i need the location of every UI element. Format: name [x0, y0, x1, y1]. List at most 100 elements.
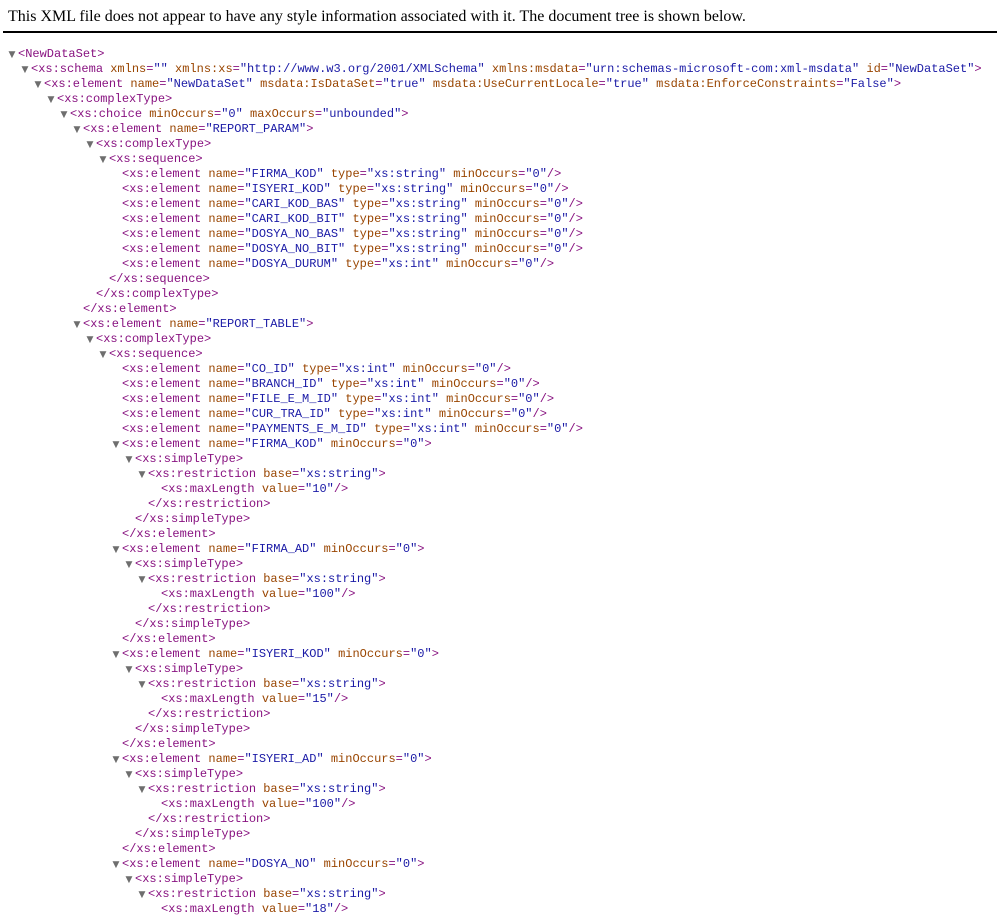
- attribute-name: msdata:UseCurrentLocale: [432, 77, 599, 91]
- collapse-toggle-icon[interactable]: ▼: [84, 333, 96, 348]
- xml-line[interactable]: ▼ <xs:sequence>: [0, 152, 997, 167]
- xml-line[interactable]: ▼ <xs:restriction base="xs:string">: [0, 572, 997, 587]
- xml-line[interactable]: ▼ <xs:element name="REPORT_TABLE">: [0, 317, 997, 332]
- tag-close-bracket: >: [378, 572, 386, 586]
- tag-close-bracket: />: [333, 692, 349, 706]
- attribute-value: "0": [518, 392, 540, 406]
- xml-line: </xs:element>: [0, 302, 997, 317]
- collapse-toggle-icon[interactable]: ▼: [123, 873, 135, 888]
- tag-close-bracket: >: [378, 887, 386, 901]
- tag-close-bracket: >: [204, 332, 212, 346]
- tag-open-bracket: </: [148, 707, 163, 721]
- attribute-value: "xs:string": [388, 227, 468, 241]
- collapse-toggle-icon[interactable]: ▼: [110, 543, 122, 558]
- attribute-name: minOccurs: [474, 227, 540, 241]
- collapse-toggle-icon[interactable]: ▼: [136, 573, 148, 588]
- xml-line[interactable]: ▼ <xs:choice minOccurs="0" maxOccurs="unb…: [0, 107, 997, 122]
- xml-line[interactable]: ▼ <xs:simpleType>: [0, 662, 997, 677]
- tag-name: xs:element: [129, 752, 202, 766]
- collapse-toggle-icon[interactable]: ▼: [136, 468, 148, 483]
- xml-line[interactable]: ▼ <NewDataSet>: [0, 47, 997, 62]
- attribute-equals: =: [525, 182, 533, 196]
- attribute-name: name: [208, 422, 238, 436]
- collapse-toggle-icon[interactable]: ▼: [123, 663, 135, 678]
- attribute-value: "xs:int": [410, 422, 468, 436]
- collapse-toggle-icon[interactable]: ▼: [110, 858, 122, 873]
- collapse-toggle-icon[interactable]: ▼: [58, 108, 70, 123]
- attribute-value: "NewDataSet": [166, 77, 253, 91]
- xml-line[interactable]: ▼ <xs:complexType>: [0, 137, 997, 152]
- attribute-value: "0": [532, 182, 555, 196]
- attribute-name: value: [261, 482, 298, 496]
- xml-line[interactable]: ▼ <xs:element name="FIRMA_AD" minOccurs="…: [0, 542, 997, 557]
- xml-line[interactable]: ▼ <xs:element name="FIRMA_KOD" minOccurs=…: [0, 437, 997, 452]
- tag-close-bracket: />: [546, 167, 562, 181]
- tag-name: xs:simpleType: [149, 617, 244, 631]
- xml-line[interactable]: ▼ <xs:schema xmlns="" xmlns:xs="http://ww…: [0, 62, 997, 77]
- collapse-toggle-icon[interactable]: ▼: [136, 678, 148, 693]
- xml-line[interactable]: ▼ <xs:restriction base="xs:string">: [0, 677, 997, 692]
- collapse-toggle-icon[interactable]: ▼: [123, 558, 135, 573]
- tag-open-bracket: </: [122, 632, 137, 646]
- tag-name: xs:simpleType: [149, 827, 244, 841]
- xml-line[interactable]: ▼ <xs:element name="REPORT_PARAM">: [0, 122, 997, 137]
- collapse-toggle-icon[interactable]: ▼: [6, 48, 18, 63]
- attribute-name: type: [338, 407, 367, 421]
- tag-close-bracket: />: [568, 212, 583, 226]
- xml-line[interactable]: ▼ <xs:restriction base="xs:string">: [0, 467, 997, 482]
- xml-line[interactable]: ▼ <xs:simpleType>: [0, 872, 997, 887]
- xml-line[interactable]: ▼ <xs:restriction base="xs:string">: [0, 782, 997, 797]
- xml-line[interactable]: ▼ <xs:simpleType>: [0, 557, 997, 572]
- tag-name: xs:element: [136, 842, 209, 856]
- attribute-equals: =: [539, 242, 547, 256]
- xml-line[interactable]: ▼ <xs:sequence>: [0, 347, 997, 362]
- collapse-toggle-icon[interactable]: ▼: [97, 348, 109, 363]
- tag-open-bracket: </: [122, 737, 137, 751]
- collapse-toggle-icon[interactable]: ▼: [97, 153, 109, 168]
- collapse-toggle-icon[interactable]: ▼: [110, 438, 122, 453]
- attribute-name: minOccurs: [338, 647, 403, 661]
- collapse-toggle-icon[interactable]: ▼: [71, 318, 83, 333]
- collapse-toggle-icon[interactable]: ▼: [110, 648, 122, 663]
- xml-line[interactable]: ▼ <xs:restriction base="xs:string">: [0, 887, 997, 902]
- collapse-toggle-icon[interactable]: ▼: [123, 768, 135, 783]
- xml-line[interactable]: ▼ <xs:element name="NewDataSet" msdata:Is…: [0, 77, 997, 92]
- tag-name: xs:element: [129, 542, 202, 556]
- attribute-value: "0": [402, 752, 425, 766]
- collapse-toggle-icon[interactable]: ▼: [32, 78, 44, 93]
- collapse-toggle-icon[interactable]: ▼: [136, 888, 148, 903]
- attribute-equals: =: [539, 227, 547, 241]
- xml-line[interactable]: ▼ <xs:complexType>: [0, 332, 997, 347]
- collapse-toggle-icon[interactable]: ▼: [110, 753, 122, 768]
- attribute-value: "100": [305, 797, 342, 811]
- collapse-toggle-icon[interactable]: ▼: [45, 93, 57, 108]
- collapse-toggle-icon[interactable]: ▼: [84, 138, 96, 153]
- collapse-toggle-icon[interactable]: ▼: [19, 63, 31, 78]
- collapse-toggle-icon[interactable]: ▼: [123, 453, 135, 468]
- tag-open-bracket: </: [148, 812, 163, 826]
- tag-name: xs:restriction: [155, 887, 257, 901]
- attribute-name: name: [208, 407, 238, 421]
- xml-line[interactable]: ▼ <xs:simpleType>: [0, 452, 997, 467]
- xml-line: <xs:element name="CARI_KOD_BIT" type="xs…: [0, 212, 997, 227]
- attribute-value: "0": [503, 377, 526, 391]
- tag-close-bracket: >: [243, 827, 251, 841]
- collapse-toggle-icon[interactable]: ▼: [71, 123, 83, 138]
- xml-line[interactable]: ▼ <xs:element name="ISYERI_AD" minOccurs=…: [0, 752, 997, 767]
- attribute-name: minOccurs: [474, 197, 540, 211]
- xml-line[interactable]: ▼ <xs:element name="DOSYA_NO" minOccurs="…: [0, 857, 997, 872]
- xml-line[interactable]: ▼ <xs:simpleType>: [0, 767, 997, 782]
- info-message-text: This XML file does not appear to have an…: [8, 8, 746, 25]
- attribute-equals: =: [578, 62, 586, 76]
- attribute-name: type: [345, 392, 375, 406]
- tag-close-bracket: >: [195, 152, 203, 166]
- attribute-value: "xs:int": [381, 257, 439, 271]
- tag-name: xs:simpleType: [142, 662, 236, 676]
- attribute-equals: =: [314, 107, 323, 121]
- attribute-equals: =: [297, 692, 306, 706]
- attribute-equals: =: [330, 362, 339, 376]
- xml-line[interactable]: ▼ <xs:complexType>: [0, 92, 997, 107]
- xml-line[interactable]: ▼ <xs:element name="ISYERI_KOD" minOccurs…: [0, 647, 997, 662]
- collapse-toggle-icon[interactable]: ▼: [136, 783, 148, 798]
- attribute-name: base: [263, 467, 293, 481]
